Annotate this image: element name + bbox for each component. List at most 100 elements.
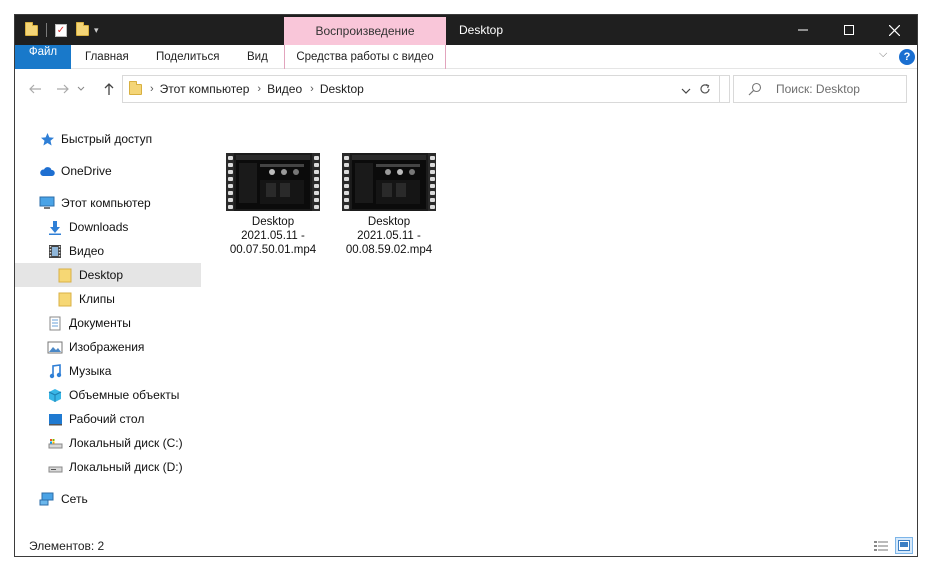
breadcrumb-desktop[interactable]: Desktop (320, 82, 364, 96)
film-strip-icon (226, 153, 234, 211)
toolbar-separator (46, 23, 47, 37)
sidebar-item-video[interactable]: Видео (15, 239, 201, 263)
document-icon (47, 315, 63, 331)
maximize-icon (844, 25, 854, 35)
expand-ribbon-chevron-icon[interactable]: ⌵ (879, 48, 887, 61)
file-name-line: 2021.05.11 - (241, 230, 305, 242)
sidebar-item-drive-c[interactable]: Локальный диск (C:) (15, 431, 201, 455)
sidebar-item-clips[interactable]: Клипы (15, 287, 201, 311)
sidebar-item-network[interactable]: Сеть (15, 487, 201, 511)
customize-toolbar-chevron-icon[interactable]: ▾ (94, 25, 99, 36)
up-button[interactable] (99, 78, 119, 100)
video-thumbnail (226, 153, 320, 211)
close-button[interactable] (871, 15, 917, 45)
sidebar-item-label: Музыка (69, 364, 112, 378)
title-bar: ✓ ▾ Воспроизведение Desktop (15, 15, 917, 45)
file-item[interactable]: Desktop 2021.05.11 - 00.08.59.02.mp4 (331, 153, 447, 257)
forward-button[interactable] (53, 78, 73, 100)
folder-icon (57, 291, 73, 307)
minimize-button[interactable] (780, 15, 826, 45)
breadcrumb-this-pc[interactable]: Этот компьютер (160, 82, 250, 96)
details-view-icon (874, 540, 888, 551)
sidebar-item-label: Локальный диск (D:) (69, 460, 183, 474)
help-icon[interactable]: ? (899, 49, 915, 65)
file-name-line: 00.08.59.02.mp4 (345, 244, 433, 256)
video-icon (47, 243, 63, 259)
sidebar-item-label: Видео (69, 244, 105, 258)
refresh-button[interactable] (690, 75, 720, 103)
address-bar[interactable]: › Этот компьютер › Видео › Desktop (122, 75, 730, 103)
explorer-window: ✓ ▾ Воспроизведение Desktop Файл Главная… (14, 14, 918, 557)
sidebar-item-label: Downloads (69, 220, 129, 234)
status-bar: Элементов: 2 (15, 535, 917, 557)
breadcrumb-separator-icon[interactable]: › (150, 83, 154, 95)
large-icons-view-button[interactable] (895, 537, 913, 554)
details-view-button[interactable] (873, 538, 889, 553)
tab-file[interactable]: Файл (15, 45, 71, 69)
folder-icon (57, 267, 73, 283)
sidebar-item-downloads[interactable]: Downloads (15, 215, 201, 239)
tab-video-tools[interactable]: Средства работы с видео (284, 45, 446, 69)
sidebar-item-label: Локальный диск (C:) (69, 436, 183, 450)
maximize-button[interactable] (826, 15, 872, 45)
large-icons-view-icon (898, 540, 910, 551)
ribbon-tabs: Файл Главная Поделиться Вид Средства раб… (15, 45, 917, 69)
sidebar-item-label: Быстрый доступ (61, 132, 153, 146)
sidebar-item-label: Клипы (79, 292, 115, 306)
sidebar-item-3d-objects[interactable]: Объемные объекты (15, 383, 201, 407)
tab-share[interactable]: Поделиться (156, 45, 220, 69)
music-icon (47, 363, 63, 379)
navigation-bar: › Этот компьютер › Видео › Desktop Поиск… (15, 69, 917, 111)
film-strip-icon (428, 153, 436, 211)
contextual-tab-playback[interactable]: Воспроизведение (284, 17, 446, 45)
file-name-line: Desktop (367, 216, 411, 228)
tab-home[interactable]: Главная (85, 45, 129, 69)
network-icon (39, 491, 55, 507)
video-frame (236, 155, 310, 209)
window-title: Desktop (459, 23, 504, 37)
refresh-icon (699, 83, 710, 94)
sidebar-item-pictures[interactable]: Изображения (15, 335, 201, 359)
folder-icon (129, 80, 142, 95)
tab-view[interactable]: Вид (247, 45, 268, 69)
computer-icon (39, 195, 55, 211)
pictures-icon (47, 339, 63, 355)
back-button[interactable] (25, 78, 45, 100)
file-name-line: 2021.05.11 - (357, 230, 421, 242)
sidebar-item-label: Документы (69, 316, 131, 330)
sidebar-item-desktop[interactable]: Desktop (15, 263, 201, 287)
breadcrumb-video[interactable]: Видео (267, 82, 302, 96)
recent-locations-button[interactable] (75, 78, 87, 100)
drive-icon (47, 435, 63, 451)
item-count: Элементов: 2 (29, 539, 105, 553)
navigation-pane: Быстрый доступ OneDrive Этот компьютер D… (15, 123, 201, 523)
film-strip-icon (312, 153, 320, 211)
sidebar-item-label: Изображения (69, 340, 145, 354)
sidebar-item-label: Desktop (79, 268, 124, 282)
folder-icon (25, 21, 38, 36)
sidebar-item-onedrive[interactable]: OneDrive (15, 159, 201, 183)
search-box[interactable]: Поиск: Desktop (733, 75, 907, 103)
sidebar-item-label: Объемные объекты (69, 388, 180, 402)
breadcrumb-separator-icon[interactable]: › (310, 83, 314, 95)
search-placeholder: Поиск: Desktop (776, 82, 860, 96)
forward-arrow-icon (57, 84, 69, 94)
file-item[interactable]: Desktop 2021.05.11 - 00.07.50.01.mp4 (215, 153, 331, 257)
sidebar-item-quick-access[interactable]: Быстрый доступ (15, 127, 201, 151)
chevron-down-icon (77, 86, 85, 91)
sidebar-item-music[interactable]: Музыка (15, 359, 201, 383)
quick-access-toolbar: ✓ ▾ (25, 21, 99, 39)
sidebar-item-drive-d[interactable]: Локальный диск (D:) (15, 455, 201, 479)
breadcrumb-separator-icon[interactable]: › (257, 83, 261, 95)
drive-icon (47, 459, 63, 475)
minimize-icon (798, 29, 808, 31)
download-icon (47, 219, 63, 235)
sidebar-item-documents[interactable]: Документы (15, 311, 201, 335)
search-icon (748, 82, 762, 96)
video-frame (352, 155, 426, 209)
new-folder-icon[interactable] (76, 21, 89, 36)
sidebar-item-desktop-folder[interactable]: Рабочий стол (15, 407, 201, 431)
sidebar-item-this-pc[interactable]: Этот компьютер (15, 191, 201, 215)
properties-icon[interactable]: ✓ (55, 23, 67, 37)
file-name-line: 00.07.50.01.mp4 (229, 244, 317, 256)
